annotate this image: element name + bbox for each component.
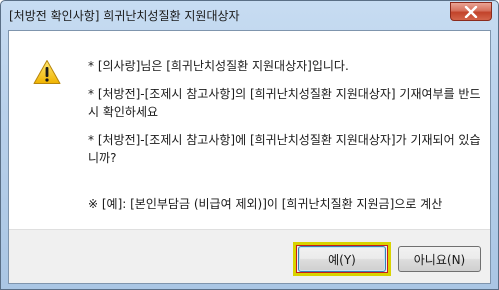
message-line-4: ※ [예]: [본인부담금 (비급여 제외)]이 [희귀난치질환 지원금]으로 …: [88, 197, 443, 211]
no-button[interactable]: 아니요(N): [398, 246, 481, 272]
yes-button[interactable]: 예(Y): [298, 246, 386, 272]
close-button[interactable]: [450, 2, 492, 21]
dialog-window: [처방전 확인사항] 희귀난치성질환 지원대상자 * [의사랑]님은 [희귀난치…: [0, 0, 499, 290]
button-bar: 예(Y) 아니요(N): [9, 229, 490, 283]
title-bar[interactable]: [처방전 확인사항] 희귀난치성질환 지원대상자: [1, 1, 498, 31]
message-line-1: * [의사랑]님은 [희귀난치성질환 지원대상자]입니다.: [88, 59, 349, 73]
message-line-2: * [처방전]-[조제시 참고사항]의 [희귀난치성질환 지원대상자] 기재여부…: [88, 87, 481, 119]
warning-icon: [33, 60, 61, 84]
message-line-3: * [처방전]-[조제시 참고사항]에 [희귀난치성질환 지원대상자]가 기재되…: [88, 133, 481, 165]
message-area: * [의사랑]님은 [희귀난치성질환 지원대상자]입니다. * [처방전]-[조…: [9, 31, 490, 229]
window-title: [처방전 확인사항] 희귀난치성질환 지원대상자: [9, 9, 240, 23]
close-icon: [464, 5, 478, 18]
dialog-client-area: * [의사랑]님은 [희귀난치성질환 지원대상자]입니다. * [처방전]-[조…: [8, 30, 491, 284]
